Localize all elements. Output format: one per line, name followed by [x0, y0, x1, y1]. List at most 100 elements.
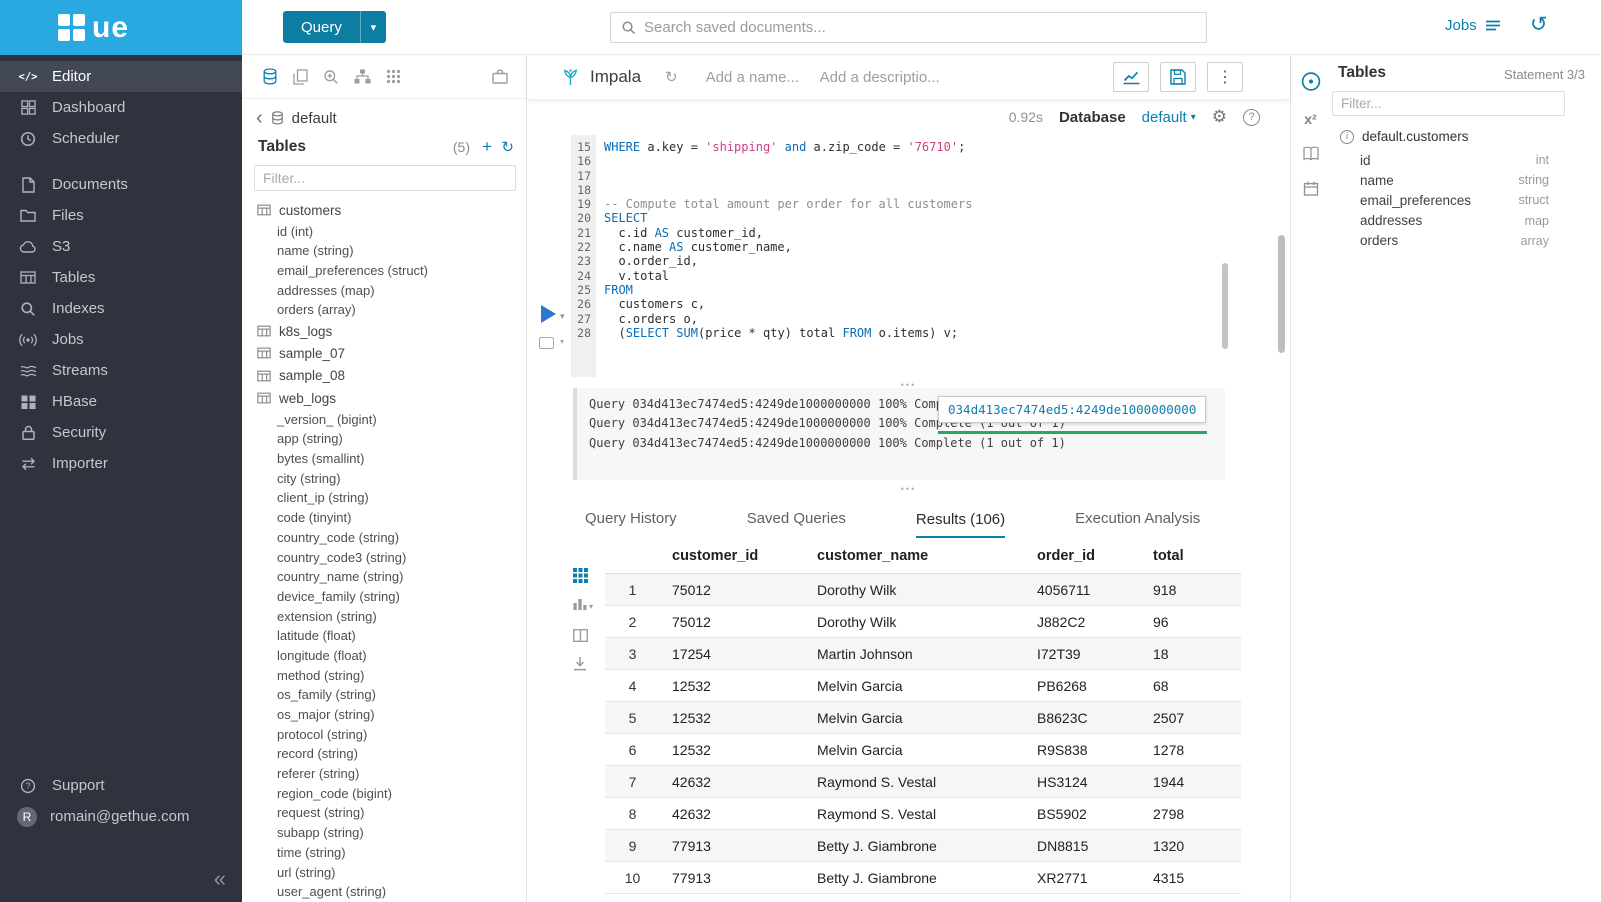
column-item-addresses[interactable]: addressesmap: [1330, 211, 1601, 231]
query-button[interactable]: Query ▾: [283, 11, 386, 43]
column-item[interactable]: protocol (string): [242, 724, 526, 744]
column-item[interactable]: country_code (string): [242, 528, 526, 548]
query-description-input[interactable]: [820, 69, 950, 86]
columns-view-icon[interactable]: [573, 629, 593, 642]
sidebar-item-files[interactable]: Files: [0, 200, 242, 231]
column-item[interactable]: record (string): [242, 744, 526, 764]
column-item[interactable]: referer (string): [242, 764, 526, 784]
hue-logo[interactable]: ue: [0, 0, 242, 55]
functions-icon[interactable]: x²: [1304, 111, 1316, 127]
breadcrumb[interactable]: default: [292, 110, 337, 127]
sidebar-item-streams[interactable]: Streams: [0, 355, 242, 386]
settings-gear-icon[interactable]: ⚙: [1212, 107, 1227, 127]
history-icon[interactable]: ↺: [1530, 12, 1548, 37]
table-filter-input[interactable]: [254, 165, 516, 191]
results-column-header[interactable]: customer_name: [805, 538, 1025, 573]
tab-query-history[interactable]: Query History: [585, 510, 677, 538]
sidebar-item-importer[interactable]: Importer: [0, 448, 242, 479]
sidebar-item-hbase[interactable]: HBase: [0, 386, 242, 417]
sidebar-item-documents[interactable]: Documents: [0, 169, 242, 200]
column-item[interactable]: orders (array): [242, 300, 526, 320]
table-item-sample_07[interactable]: sample_07: [242, 342, 526, 364]
sitemap-icon[interactable]: [354, 69, 371, 84]
search-input[interactable]: [644, 19, 1206, 36]
column-item[interactable]: url (string): [242, 862, 526, 882]
add-table-icon[interactable]: +: [482, 137, 492, 157]
column-item-id[interactable]: idint: [1330, 150, 1601, 170]
column-item[interactable]: city (string): [242, 468, 526, 488]
sidebar-item-security[interactable]: Security: [0, 417, 242, 448]
results-row[interactable]: 275012Dorothy WilkJ882C296: [605, 606, 1241, 638]
tab-saved-queries[interactable]: Saved Queries: [747, 510, 846, 538]
column-item[interactable]: extension (string): [242, 606, 526, 626]
tab-execution-analysis[interactable]: Execution Analysis: [1075, 510, 1200, 538]
sidebar-item-tables[interactable]: Tables: [0, 262, 242, 293]
language-reference-icon[interactable]: [1303, 146, 1319, 161]
results-row[interactable]: 317254Martin JohnsonI72T3918: [605, 638, 1241, 670]
tab-results-106[interactable]: Results (106): [916, 511, 1005, 539]
column-item[interactable]: bytes (smallint): [242, 449, 526, 469]
column-item[interactable]: device_family (string): [242, 587, 526, 607]
column-item[interactable]: region_code (bigint): [242, 783, 526, 803]
chart-view-icon[interactable]: ▾: [573, 597, 593, 615]
documents-copy-icon[interactable]: [293, 69, 308, 85]
column-item[interactable]: latitude (float): [242, 626, 526, 646]
column-item[interactable]: os_major (string): [242, 705, 526, 725]
column-item[interactable]: subapp (string): [242, 823, 526, 843]
results-row[interactable]: 512532Melvin GarciaB8623C2507: [605, 702, 1241, 734]
execute-button[interactable]: [541, 305, 556, 323]
sidebar-item-indexes[interactable]: Indexes: [0, 293, 242, 324]
save-button[interactable]: [1160, 62, 1196, 92]
results-row[interactable]: 742632Raymond S. VestalHS31241944: [605, 766, 1241, 798]
code-editor[interactable]: ▾ 1516171819202122232425262728 WHERE a.k…: [527, 135, 1290, 377]
jobs-link[interactable]: Jobs: [1445, 17, 1501, 34]
panel-scrollbar[interactable]: [1278, 235, 1285, 353]
column-item[interactable]: client_ip (string): [242, 488, 526, 508]
column-item[interactable]: name (string): [242, 241, 526, 261]
column-item[interactable]: country_code3 (string): [242, 547, 526, 567]
collections-bag-icon[interactable]: [492, 69, 508, 84]
column-item[interactable]: app (string): [242, 429, 526, 449]
sidebar-item-s3[interactable]: S3: [0, 231, 242, 262]
results-row[interactable]: 977913Betty J. GiambroneDN88151320: [605, 830, 1241, 862]
results-column-header[interactable]: order_id: [1025, 538, 1141, 573]
databases-icon[interactable]: [262, 68, 278, 85]
column-item[interactable]: code (tinyint): [242, 508, 526, 528]
table-item-sample_08[interactable]: sample_08: [242, 365, 526, 387]
format-icon[interactable]: [539, 337, 554, 349]
sidebar-item-user[interactable]: R romain@gethue.com: [0, 801, 242, 832]
table-item-web_logs[interactable]: web_logs: [242, 387, 526, 409]
results-row[interactable]: 175012Dorothy Wilk4056711918: [605, 574, 1241, 606]
column-item[interactable]: addresses (map): [242, 280, 526, 300]
database-selector[interactable]: default ▾: [1142, 109, 1196, 126]
column-item-email_preferences[interactable]: email_preferencesstruct: [1330, 190, 1601, 210]
column-item[interactable]: request (string): [242, 803, 526, 823]
right-filter-input[interactable]: [1332, 91, 1565, 116]
column-item-orders[interactable]: ordersarray: [1330, 231, 1601, 251]
more-actions-button[interactable]: ⋮: [1207, 62, 1243, 92]
engine-name[interactable]: Impala: [590, 67, 641, 87]
apps-grid-icon[interactable]: [386, 69, 401, 84]
column-item[interactable]: os_family (string): [242, 685, 526, 705]
active-table[interactable]: i default.customers: [1330, 120, 1601, 150]
schedule-icon[interactable]: [1303, 181, 1318, 196]
grid-view-icon[interactable]: [573, 568, 593, 583]
sidebar-item-dashboard[interactable]: Dashboard: [0, 92, 242, 123]
query-dropdown-caret[interactable]: ▾: [360, 11, 386, 43]
query-id-popup[interactable]: 034d413ec7474ed5:4249de1000000000: [938, 396, 1206, 423]
results-column-header[interactable]: total: [1141, 538, 1241, 573]
chart-button[interactable]: [1113, 62, 1149, 92]
editor-scrollbar[interactable]: [1222, 263, 1228, 349]
column-item[interactable]: longitude (float): [242, 646, 526, 666]
column-item[interactable]: time (string): [242, 843, 526, 863]
results-row[interactable]: 412532Melvin GarciaPB626868: [605, 670, 1241, 702]
back-icon[interactable]: ‹: [256, 108, 263, 128]
refresh-tables-icon[interactable]: ↻: [501, 138, 514, 156]
assistant-icon[interactable]: [1300, 71, 1321, 92]
results-column-header[interactable]: customer_id: [660, 538, 805, 573]
exec-options-caret-icon[interactable]: ▾: [560, 311, 565, 322]
sidebar-item-editor[interactable]: </>Editor: [0, 61, 242, 92]
column-item[interactable]: email_preferences (struct): [242, 261, 526, 281]
sidebar-item-jobs[interactable]: Jobs: [0, 324, 242, 355]
sidebar-item-scheduler[interactable]: Scheduler: [0, 123, 242, 154]
